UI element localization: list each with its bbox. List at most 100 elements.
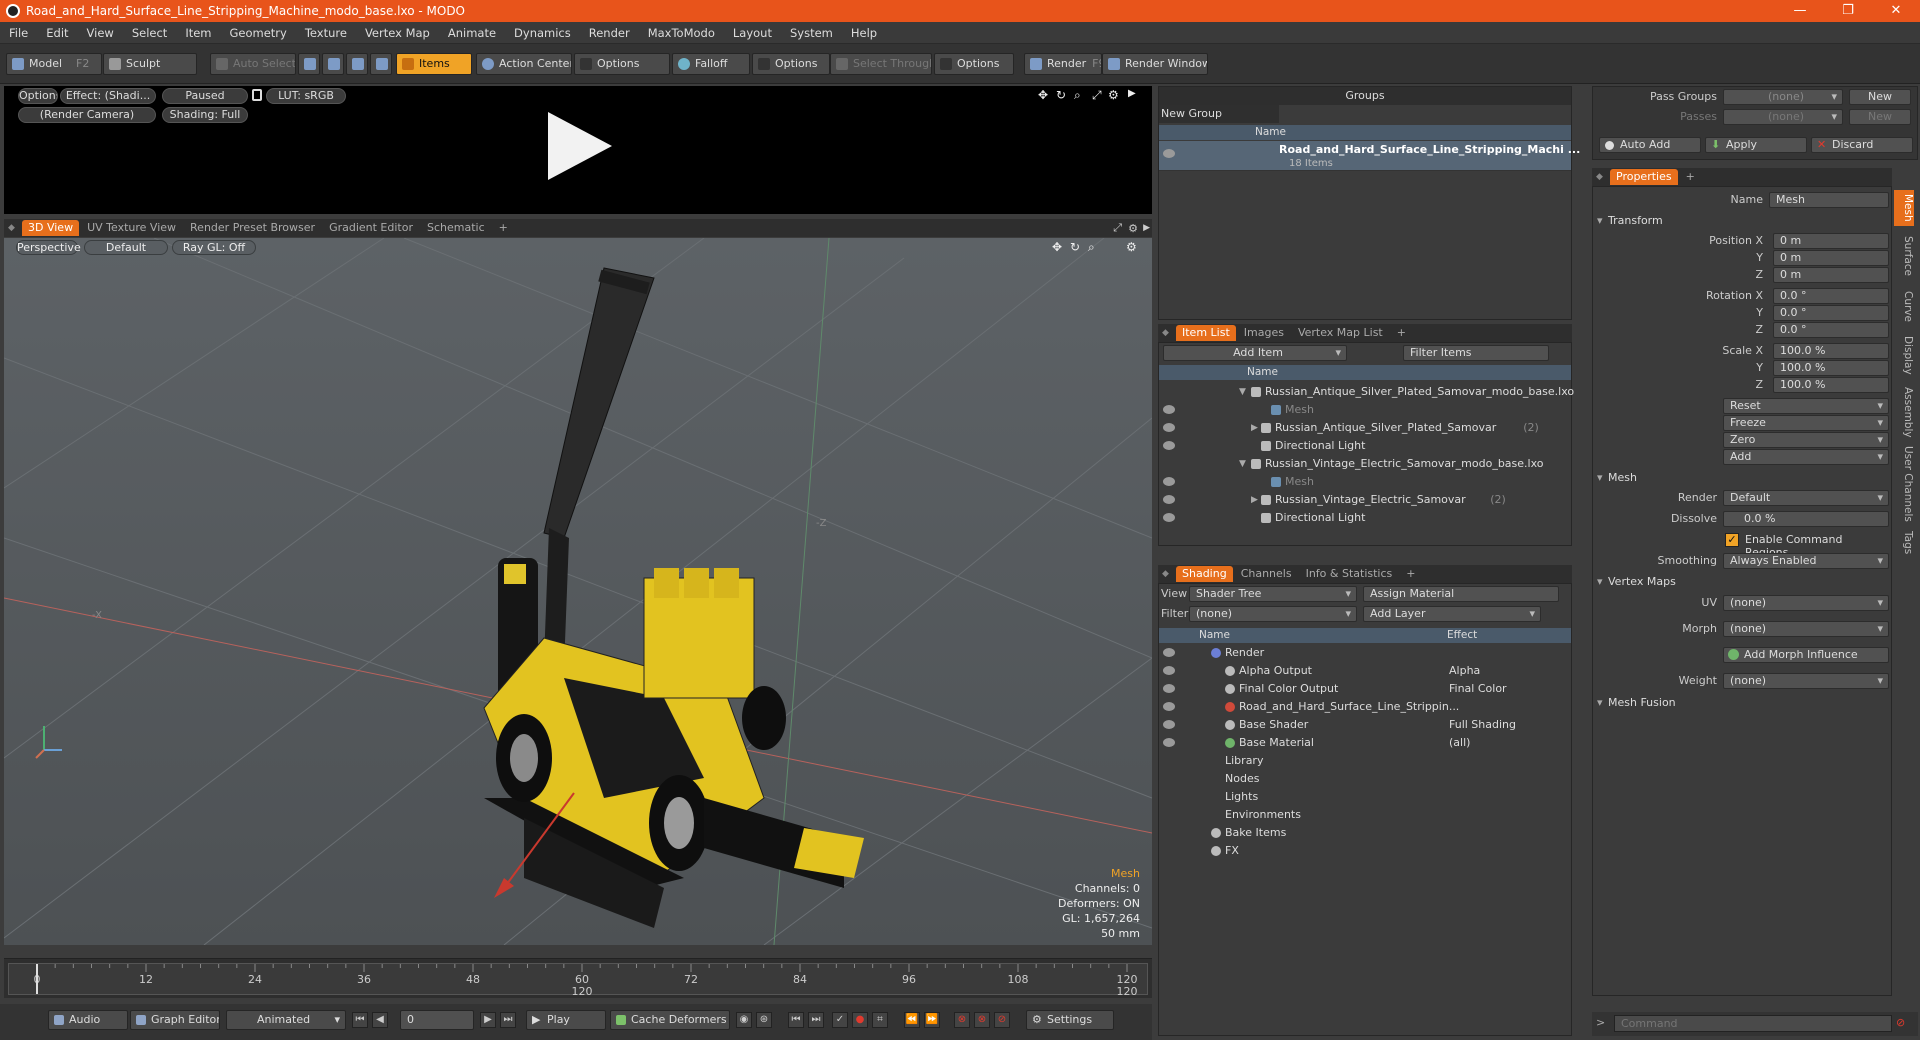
- morph-dropdown[interactable]: (none): [1723, 621, 1889, 637]
- maximize-button[interactable]: ❐: [1826, 0, 1870, 22]
- graph-editor-button[interactable]: Graph Editor: [130, 1010, 220, 1030]
- close-button[interactable]: ✕: [1874, 0, 1918, 22]
- sculpt-button[interactable]: Sculpt: [103, 53, 197, 75]
- eye-icon[interactable]: [1163, 495, 1175, 504]
- eye-icon[interactable]: [1163, 738, 1175, 747]
- scale-x-input[interactable]: 100.0 %: [1773, 343, 1889, 359]
- menu-animate[interactable]: Animate: [439, 26, 505, 40]
- lock-icon[interactable]: [252, 89, 262, 101]
- zoom-view-icon[interactable]: ⌕: [1074, 88, 1081, 103]
- auto-select-button[interactable]: Auto Select: [210, 53, 296, 75]
- position-z-input[interactable]: 0 m: [1773, 267, 1889, 283]
- auto-add-button[interactable]: Auto Add: [1599, 137, 1701, 153]
- menu-texture[interactable]: Texture: [296, 26, 356, 40]
- shader-tree-row[interactable]: Environments: [1159, 806, 1571, 824]
- rotate-view-icon[interactable]: ↻: [1070, 240, 1080, 254]
- eye-icon[interactable]: [1163, 441, 1175, 450]
- polygons-mode-button[interactable]: [346, 53, 368, 75]
- tab-render-preset-browser[interactable]: Render Preset Browser: [184, 220, 321, 236]
- pass-groups-dropdown[interactable]: (none): [1723, 89, 1843, 105]
- side-tab-assembly[interactable]: Assembly: [1894, 384, 1914, 440]
- items-mode-button[interactable]: Items: [396, 53, 472, 75]
- select-through-options-button[interactable]: Options: [934, 53, 1014, 75]
- lut-dropdown[interactable]: LUT: sRGB: [266, 88, 346, 104]
- key-filter-icon[interactable]: ⌗: [872, 1012, 888, 1028]
- add-item-dropdown[interactable]: Add Item: [1163, 345, 1347, 361]
- add-tab-button[interactable]: +: [1391, 325, 1412, 341]
- skip-start-icon[interactable]: ⏮: [352, 1012, 368, 1028]
- filter-dropdown[interactable]: (none): [1189, 606, 1357, 622]
- key-icon[interactable]: ◉: [736, 1012, 752, 1028]
- render-window-button[interactable]: Render Window: [1102, 53, 1208, 75]
- minimize-button[interactable]: —: [1778, 0, 1822, 22]
- shader-tree-row[interactable]: Base Shader Full Shading: [1159, 716, 1571, 734]
- tab-images[interactable]: Images: [1238, 325, 1290, 341]
- menu-file[interactable]: File: [0, 26, 37, 40]
- skip-end-icon[interactable]: ⏭: [500, 1012, 516, 1028]
- mesh-section[interactable]: Mesh: [1594, 470, 1869, 486]
- menu-layout[interactable]: Layout: [724, 26, 781, 40]
- chevron-right-icon[interactable]: ▶: [1128, 88, 1136, 99]
- apply-button[interactable]: ⬇ Apply: [1705, 137, 1807, 153]
- falloff-button[interactable]: Falloff: [672, 53, 750, 75]
- itemlist-row[interactable]: Directional Light: [1159, 509, 1571, 527]
- passes-dropdown[interactable]: (none): [1723, 109, 1843, 125]
- default-style-dropdown[interactable]: Default: [84, 240, 168, 255]
- next-key-icon[interactable]: ⏭: [808, 1012, 824, 1028]
- menu-view[interactable]: View: [78, 26, 123, 40]
- maximize-panel-icon[interactable]: ⤢: [1113, 221, 1122, 235]
- record-icon[interactable]: ●: [852, 1012, 868, 1028]
- menu-edit[interactable]: Edit: [37, 26, 77, 40]
- shader-view-dropdown[interactable]: Shader Tree: [1189, 586, 1357, 602]
- itemlist-row[interactable]: ▶ Russian_Antique_Silver_Plated_Samovar (2…: [1159, 419, 1571, 437]
- action-center-options-button[interactable]: Options: [574, 53, 670, 75]
- shader-item-effect[interactable]: Full Shading: [1449, 716, 1516, 734]
- expand-arrow-icon[interactable]: ▼: [1239, 383, 1246, 401]
- scale-z-input[interactable]: 100.0 %: [1773, 377, 1889, 393]
- add-tab-button[interactable]: +: [1680, 169, 1701, 185]
- panel-menu-icon[interactable]: ◆: [1596, 172, 1606, 182]
- rotate-view-icon[interactable]: ↻: [1056, 88, 1066, 102]
- position-y-input[interactable]: 0 m: [1773, 250, 1889, 266]
- audio-button[interactable]: Audio: [48, 1010, 128, 1030]
- tab-info-statistics[interactable]: Info & Statistics: [1300, 566, 1399, 582]
- tab-schematic[interactable]: Schematic: [421, 220, 491, 236]
- menu-system[interactable]: System: [781, 26, 842, 40]
- itemlist-row[interactable]: Mesh: [1159, 401, 1571, 419]
- add-tab-button[interactable]: +: [493, 220, 514, 236]
- delete-all-keys-icon[interactable]: ⊗: [974, 1012, 990, 1028]
- tab-item-list[interactable]: Item List: [1176, 325, 1236, 341]
- eye-icon[interactable]: [1163, 702, 1175, 711]
- frame-input[interactable]: 0: [400, 1010, 474, 1030]
- eye-icon[interactable]: [1163, 684, 1175, 693]
- menu-select[interactable]: Select: [123, 26, 176, 40]
- prev-key-icon[interactable]: ⏮: [788, 1012, 804, 1028]
- itemlist-row[interactable]: ▶ Russian_Vintage_Electric_Samovar (2): [1159, 491, 1571, 509]
- side-tab-tags[interactable]: Tags: [1894, 528, 1914, 558]
- auto-key-icon[interactable]: ✓: [832, 1012, 848, 1028]
- camera-dropdown[interactable]: (Render Camera): [18, 107, 156, 123]
- eye-icon[interactable]: [1163, 720, 1175, 729]
- settings-button[interactable]: ⚙ Settings: [1026, 1010, 1114, 1030]
- key-all-icon[interactable]: ⊛: [756, 1012, 772, 1028]
- add-layer-dropdown[interactable]: Add Layer: [1363, 606, 1541, 622]
- side-tab-display[interactable]: Display: [1894, 332, 1914, 378]
- panel-menu-icon[interactable]: ◆: [8, 223, 18, 233]
- zero-dropdown[interactable]: Zero: [1723, 432, 1889, 448]
- shader-item-effect[interactable]: (all): [1449, 734, 1470, 752]
- assign-material-button[interactable]: Assign Material: [1363, 586, 1559, 602]
- timeline-ruler[interactable]: 0 12 24 36 48 60 72 84 96 108 120 120 12…: [8, 963, 1148, 998]
- side-tab-surface[interactable]: Surface: [1894, 232, 1914, 280]
- add-dropdown[interactable]: Add: [1723, 449, 1889, 465]
- shader-tree-row[interactable]: Bake Items: [1159, 824, 1571, 842]
- cache-deformers-button[interactable]: Cache Deformers: [610, 1010, 730, 1030]
- shader-tree-row[interactable]: Base Material (all): [1159, 734, 1571, 752]
- shader-tree-row[interactable]: Library: [1159, 752, 1571, 770]
- play-button[interactable]: ▶ Play: [526, 1010, 606, 1030]
- playhead[interactable]: [36, 964, 38, 994]
- discard-button[interactable]: ✕ Discard: [1811, 137, 1913, 153]
- itemlist-row[interactable]: ▼ Russian_Antique_Silver_Plated_Samovar_m…: [1159, 383, 1574, 401]
- prev-marker-icon[interactable]: ⏪: [904, 1012, 920, 1028]
- tab-3d-view[interactable]: 3D View: [22, 220, 80, 236]
- raygl-toggle[interactable]: Ray GL: Off: [172, 240, 256, 255]
